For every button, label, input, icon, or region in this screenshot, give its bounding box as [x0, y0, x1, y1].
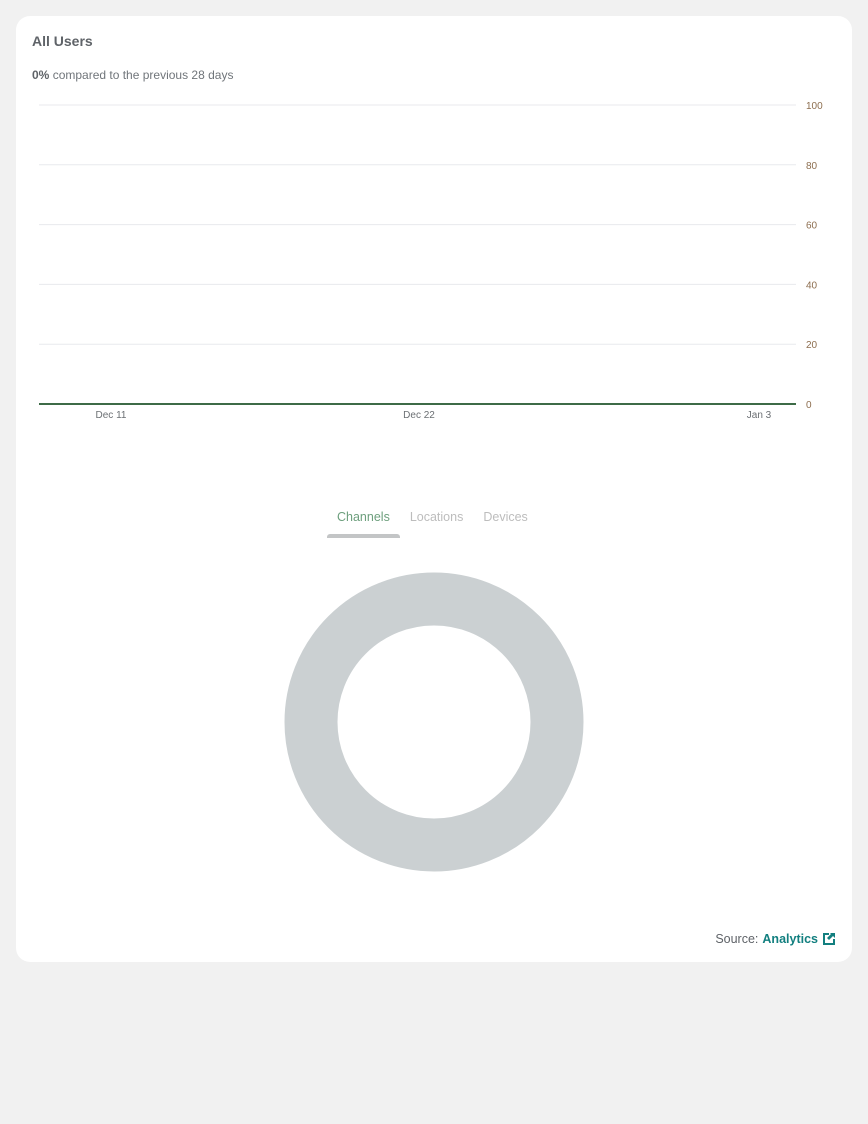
breakdown-tabs: Channels Locations Devices: [327, 510, 538, 538]
y-tick-label: 100: [806, 101, 823, 112]
all-users-card: All Users 0% compared to the previous 28…: [16, 16, 852, 962]
users-line-chart: 0 20 40 60 80 100 Dec 11 Dec 22 Jan 3: [39, 101, 823, 421]
source-attribution: Source: Analytics: [715, 932, 836, 946]
external-link-icon[interactable]: [822, 932, 836, 946]
card-title: All Users: [32, 33, 93, 49]
y-tick-label: 0: [806, 400, 812, 411]
y-tick-label: 80: [806, 161, 818, 172]
x-tick-label: Jan 3: [747, 410, 772, 421]
change-value: 0%: [32, 68, 50, 82]
donut-empty-ring: [284, 572, 584, 872]
source-label: Source:: [715, 932, 759, 946]
x-tick-label: Dec 22: [403, 410, 435, 421]
donut-chart: [284, 572, 584, 872]
y-tick-label: 60: [806, 221, 818, 232]
x-tick-label: Dec 11: [96, 410, 127, 421]
y-tick-label: 20: [806, 340, 818, 351]
y-tick-label: 40: [806, 280, 818, 291]
tab-channels[interactable]: Channels: [327, 510, 400, 538]
analytics-link[interactable]: Analytics: [762, 932, 818, 946]
tab-devices[interactable]: Devices: [473, 510, 537, 538]
tab-locations[interactable]: Locations: [400, 510, 474, 538]
change-text: compared to the previous 28 days: [52, 68, 234, 82]
comparison-text: 0% compared to the previous 28 days: [32, 68, 233, 82]
